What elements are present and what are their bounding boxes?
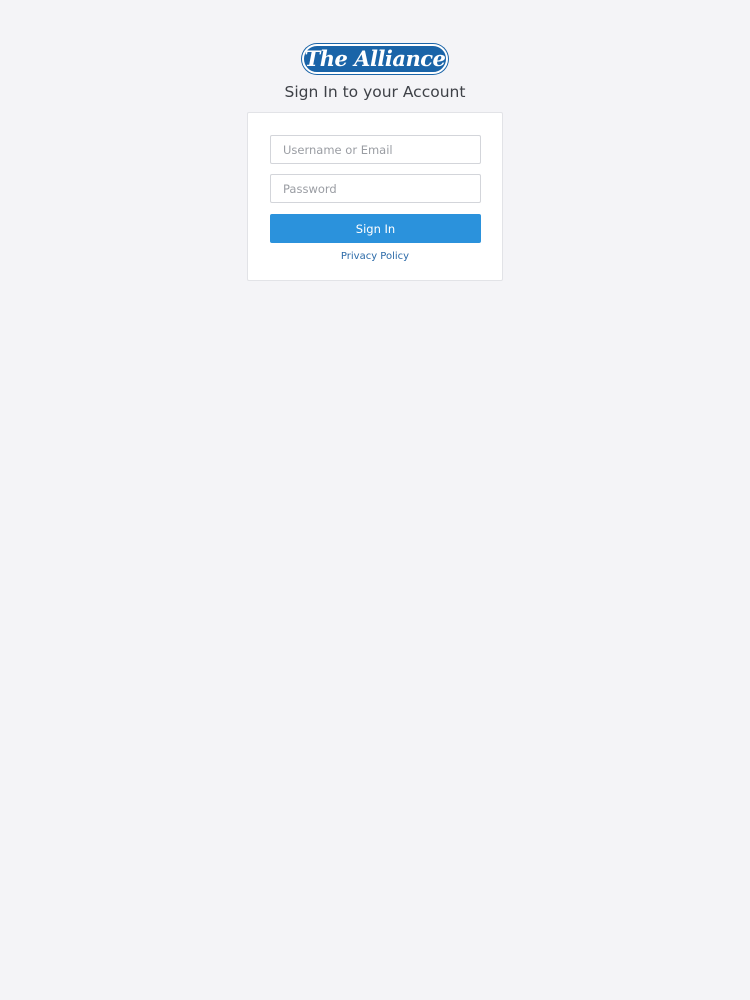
brand-logo-text: The Alliance xyxy=(304,46,446,71)
signin-button[interactable]: Sign In xyxy=(270,214,481,243)
signin-card: Sign In Privacy Policy xyxy=(247,112,503,281)
brand-logo: The Alliance xyxy=(302,44,448,74)
password-input[interactable] xyxy=(270,174,481,203)
page-title: Sign In to your Account xyxy=(284,83,466,101)
username-input[interactable] xyxy=(270,135,481,164)
privacy-policy-link[interactable]: Privacy Policy xyxy=(248,251,502,262)
